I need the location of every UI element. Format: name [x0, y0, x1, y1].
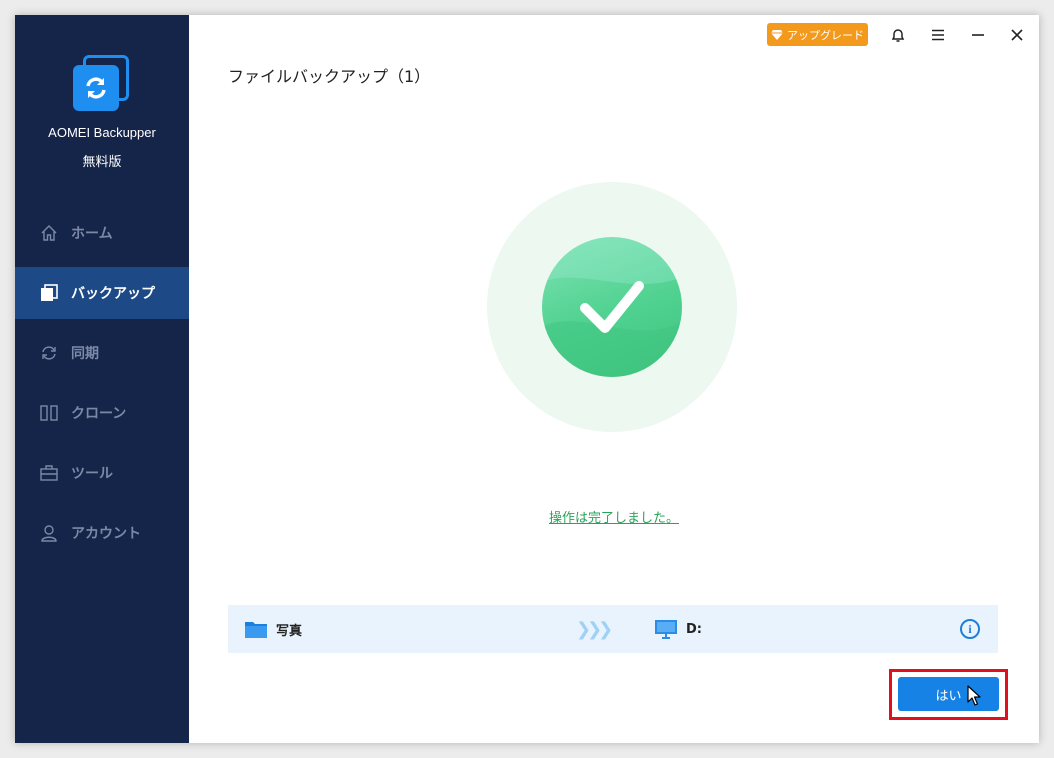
upgrade-label: アップグレード	[787, 28, 864, 42]
status-message-link[interactable]: 操作は完了しました。	[189, 507, 1039, 526]
task-summary-bar: 写真 ❯❯❯ D: i	[228, 605, 998, 653]
sidebar-item-account[interactable]: アカウント	[15, 507, 189, 559]
app-window: AOMEI Backupper 無料版 ホーム バックアップ 同期 クローン ツ…	[15, 15, 1039, 743]
backup-logo-icon	[86, 77, 106, 99]
task-source: 写真	[244, 619, 302, 639]
bell-icon	[891, 29, 905, 42]
diamond-icon	[771, 30, 783, 40]
sidebar-item-clone[interactable]: クローン	[15, 387, 189, 439]
notification-button[interactable]	[884, 23, 912, 47]
hamburger-icon	[932, 29, 944, 41]
checkmark-icon	[580, 281, 644, 333]
mouse-cursor-icon	[967, 685, 981, 706]
minimize-icon	[972, 34, 984, 36]
page-title: ファイルバックアップ（1）	[228, 67, 431, 86]
close-button[interactable]	[1003, 23, 1031, 47]
sidebar-item-label: ホーム	[71, 226, 113, 242]
success-indicator	[487, 182, 737, 432]
sidebar-item-label: バックアップ	[71, 286, 155, 302]
sidebar-item-backup[interactable]: バックアップ	[15, 267, 189, 319]
yes-button-label: はい	[935, 688, 962, 704]
task-destination: D:	[654, 619, 702, 639]
sidebar-item-label: アカウント	[71, 526, 141, 542]
yes-button[interactable]: はい	[898, 677, 999, 711]
monitor-icon	[655, 620, 677, 639]
sidebar-item-label: 同期	[71, 346, 99, 362]
clone-icon	[39, 403, 59, 423]
backup-icon	[39, 283, 59, 303]
sync-icon	[39, 343, 59, 363]
info-icon[interactable]: i	[960, 619, 980, 639]
sidebar-item-sync[interactable]: 同期	[15, 327, 189, 379]
menu-button[interactable]	[924, 23, 952, 47]
minimize-button[interactable]	[964, 23, 992, 47]
sidebar-item-label: ツール	[71, 466, 113, 482]
destination-name: D:	[686, 621, 702, 637]
app-logo	[73, 55, 131, 113]
main-panel: アップグレード ファイルバックアップ（1） 操作は完了しました。 写真 ❯❯❯ …	[189, 15, 1039, 743]
app-name: AOMEI Backupper	[48, 125, 156, 140]
close-icon	[1011, 29, 1023, 41]
toolbox-icon	[39, 463, 59, 483]
app-edition: 無料版	[82, 155, 122, 170]
sidebar: AOMEI Backupper 無料版 ホーム バックアップ 同期 クローン ツ…	[15, 15, 189, 743]
direction-arrows-icon: ❯❯❯	[576, 618, 613, 640]
upgrade-button[interactable]: アップグレード	[767, 23, 868, 46]
home-icon	[39, 223, 59, 243]
sidebar-item-tools[interactable]: ツール	[15, 447, 189, 499]
user-icon	[39, 523, 59, 543]
sidebar-nav: ホーム バックアップ 同期 クローン ツール アカウント	[15, 207, 189, 567]
source-name: 写真	[276, 623, 303, 639]
sidebar-item-home[interactable]: ホーム	[15, 207, 189, 259]
folder-icon	[245, 622, 267, 638]
sidebar-item-label: クローン	[71, 406, 127, 422]
